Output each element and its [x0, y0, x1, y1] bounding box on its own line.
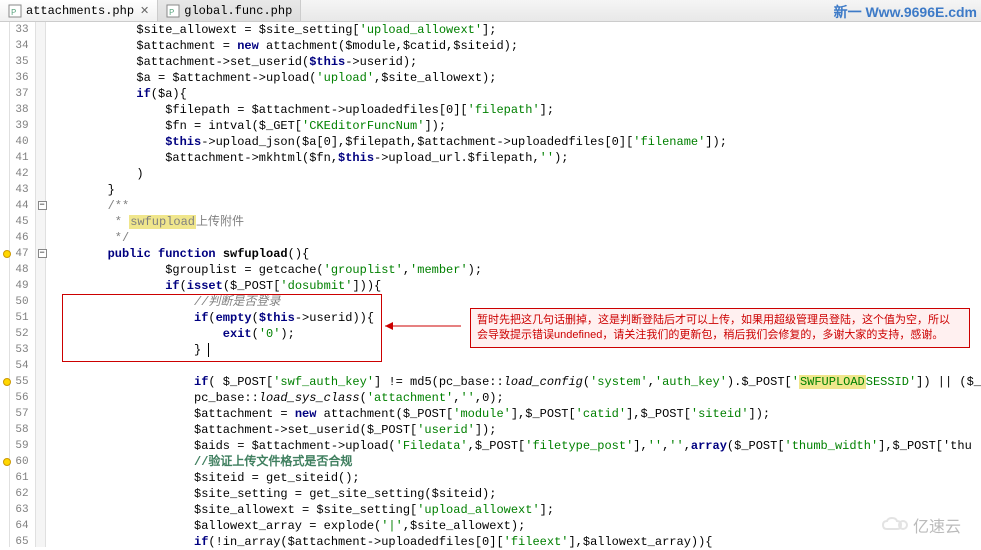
line-number: 53 [10, 342, 28, 358]
code-line[interactable]: $filepath = $attachment->uploadedfiles[0… [50, 102, 981, 118]
line-number: 45 [10, 214, 28, 230]
annotation-line-1: 暂时先把这几句话删掉，这是判断登陆后才可以上传，如果用超级管理员登陆，这个值为空… [477, 313, 963, 328]
line-number: 55 [10, 374, 28, 390]
line-number: 43 [10, 182, 28, 198]
editor: 3334353637383940414243444546474849505152… [0, 22, 981, 547]
line-number: 42 [10, 166, 28, 182]
close-icon[interactable]: ✕ [140, 4, 149, 18]
line-number: 37 [10, 86, 28, 102]
breakpoint-marker[interactable] [3, 378, 11, 386]
code-line[interactable]: $grouplist = getcache('grouplist','membe… [50, 262, 981, 278]
tab-attachments[interactable]: P attachments.php ✕ [0, 0, 158, 21]
arrow-annotation [385, 320, 465, 332]
breakpoint-marker[interactable] [3, 458, 11, 466]
code-line[interactable]: if(isset($_POST['dosubmit'])){ [50, 278, 981, 294]
line-number: 38 [10, 102, 28, 118]
code-line[interactable]: } [50, 182, 981, 198]
tab-bar: P attachments.php ✕ P global.func.php 新一… [0, 0, 981, 22]
line-number: 40 [10, 134, 28, 150]
code-line[interactable]: $a = $attachment->upload('upload',$site_… [50, 70, 981, 86]
line-number: 50 [10, 294, 28, 310]
line-number: 57 [10, 406, 28, 422]
tab-label: attachments.php [26, 4, 134, 18]
marker-gutter [0, 22, 10, 547]
code-line[interactable]: $this->upload_json($a[0],$filepath,$atta… [50, 134, 981, 150]
code-line[interactable]: $fn = intval($_GET['CKEditorFuncNum']); [50, 118, 981, 134]
code-line[interactable]: $site_setting = get_site_setting($siteid… [50, 486, 981, 502]
code-line[interactable]: $aids = $attachment->upload('Filedata',$… [50, 438, 981, 454]
code-line[interactable]: if( $_POST['swf_auth_key'] != md5(pc_bas… [50, 374, 981, 390]
breakpoint-marker[interactable] [3, 250, 11, 258]
code-line[interactable]: if($a){ [50, 86, 981, 102]
line-number: 62 [10, 486, 28, 502]
code-line[interactable]: */ [50, 230, 981, 246]
fold-gutter: −− [36, 22, 46, 547]
line-number: 47 [10, 246, 28, 262]
code-line[interactable]: //验证上传文件格式是否合规 [50, 454, 981, 470]
line-number: 44 [10, 198, 28, 214]
line-number: 36 [10, 70, 28, 86]
line-number: 34 [10, 38, 28, 54]
tab-label: global.func.php [184, 4, 292, 18]
line-number: 58 [10, 422, 28, 438]
line-number-gutter: 3334353637383940414243444546474849505152… [10, 22, 35, 547]
line-number: 63 [10, 502, 28, 518]
line-number: 52 [10, 326, 28, 342]
code-line[interactable]: if(!in_array($attachment->uploadedfiles[… [50, 534, 981, 550]
code-line[interactable]: $attachment->mkhtml($fn,$this->upload_ur… [50, 150, 981, 166]
line-number: 56 [10, 390, 28, 406]
code-line[interactable]: public function swfupload(){ [50, 246, 981, 262]
line-number: 51 [10, 310, 28, 326]
tab-global-func[interactable]: P global.func.php [158, 0, 301, 21]
line-number: 39 [10, 118, 28, 134]
code-line[interactable]: /** [50, 198, 981, 214]
code-line[interactable] [50, 358, 981, 374]
line-number: 46 [10, 230, 28, 246]
line-number: 48 [10, 262, 28, 278]
code-line[interactable]: $attachment = new attachment($_POST['mod… [50, 406, 981, 422]
line-number: 54 [10, 358, 28, 374]
line-number: 49 [10, 278, 28, 294]
brand-text: 新一 Www.9696E.cdm [834, 2, 977, 22]
code-line[interactable]: pc_base::load_sys_class('attachment','',… [50, 390, 981, 406]
code-line[interactable]: $attachment = new attachment($module,$ca… [50, 38, 981, 54]
code-line[interactable]: $attachment->set_userid($this->userid); [50, 54, 981, 70]
code-area[interactable]: $site_allowext = $site_setting['upload_a… [46, 22, 981, 547]
annotation-box: 暂时先把这几句话删掉，这是判断登陆后才可以上传，如果用超级管理员登陆，这个值为空… [470, 308, 970, 348]
code-line[interactable]: $attachment->set_userid($_POST['userid']… [50, 422, 981, 438]
php-file-icon: P [166, 4, 180, 18]
code-line[interactable]: $site_allowext = $site_setting['upload_a… [50, 22, 981, 38]
code-line[interactable]: $site_allowext = $site_setting['upload_a… [50, 502, 981, 518]
line-number: 41 [10, 150, 28, 166]
line-number: 33 [10, 22, 28, 38]
line-number: 64 [10, 518, 28, 534]
svg-text:P: P [169, 8, 174, 18]
svg-text:P: P [11, 8, 16, 18]
line-number: 35 [10, 54, 28, 70]
php-file-icon: P [8, 4, 22, 18]
line-number: 59 [10, 438, 28, 454]
line-number: 65 [10, 534, 28, 550]
annotation-line-2: 会导致提示错误undefined，请关注我们的更新包，稍后我们会修复的，多谢大家… [477, 328, 963, 343]
code-line[interactable]: * swfupload上传附件 [50, 214, 981, 230]
line-number: 61 [10, 470, 28, 486]
cloud-icon [879, 515, 909, 535]
code-line[interactable]: $allowext_array = explode('|',$site_allo… [50, 518, 981, 534]
code-line[interactable]: $siteid = get_siteid(); [50, 470, 981, 486]
line-number: 60 [10, 454, 28, 470]
code-line[interactable]: ) [50, 166, 981, 182]
watermark: 亿速云 [879, 513, 961, 537]
